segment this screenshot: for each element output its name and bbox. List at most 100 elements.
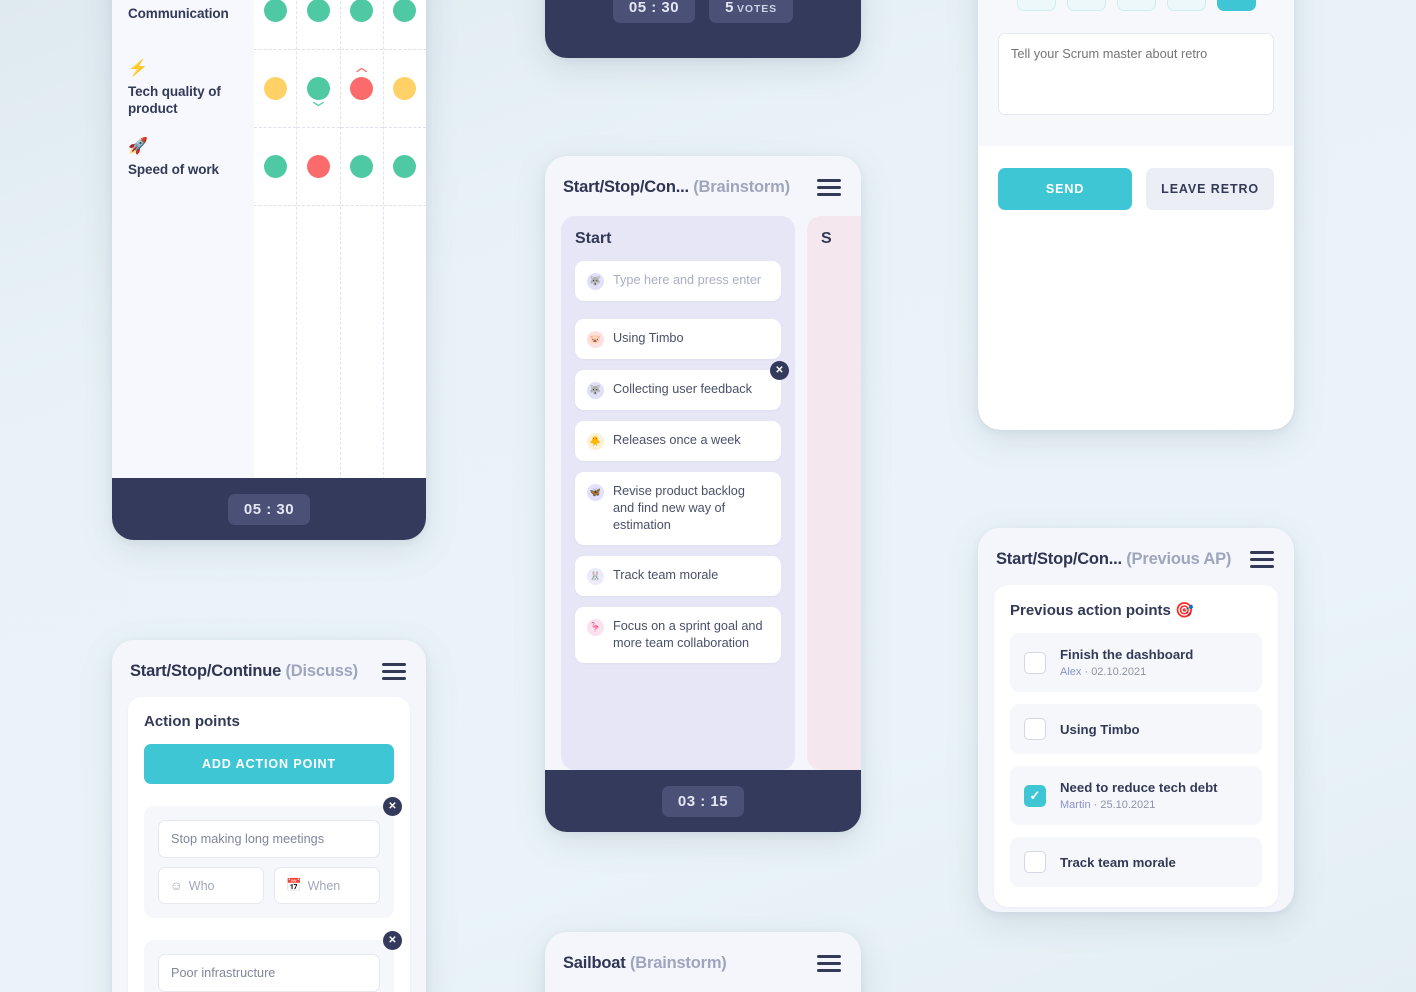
rating-button-3[interactable]: 3: [1116, 0, 1156, 11]
voting-dot-grid[interactable]: ︿︿︿﹀﹀︿: [254, 0, 426, 540]
previous-action-point[interactable]: Track team morale: [1010, 837, 1262, 887]
previous-ap-panel: Previous action points 🎯 Finish the dash…: [994, 585, 1278, 907]
voting-cell[interactable]: [254, 0, 297, 50]
action-point-body: Track team morale: [1060, 855, 1176, 870]
vote-dot-red[interactable]: [350, 77, 374, 100]
idea-card[interactable]: 🐰 Track team morale: [575, 556, 781, 596]
action-point-text-input[interactable]: Poor infrastructure: [158, 954, 380, 992]
feedback-textarea[interactable]: [998, 33, 1274, 115]
previous-action-point[interactable]: Need to reduce tech debt Martin · 25.10.2…: [1010, 766, 1262, 825]
due-date: 02.10.2021: [1091, 666, 1147, 678]
rating-button-5[interactable]: 5: [1216, 0, 1256, 11]
add-action-point-button[interactable]: ADD ACTION POINT: [144, 744, 394, 784]
voting-cell[interactable]: [383, 50, 426, 128]
remove-action-point-icon[interactable]: ✕: [383, 797, 402, 816]
idea-card[interactable]: 🦩 Focus on a sprint goal and more team co…: [575, 607, 781, 663]
hamburger-icon[interactable]: [817, 179, 841, 196]
checkbox[interactable]: [1024, 651, 1046, 674]
timer-chip[interactable]: 03 : 15: [661, 785, 745, 817]
avatar-icon: 🦋: [587, 484, 604, 501]
action-point-block: ✕Poor infrastructure☺Who📅When: [144, 931, 402, 992]
category-emoji-icon: ⚡: [128, 60, 148, 77]
vote-dot-green[interactable]: [263, 155, 287, 178]
page-title: Sailboat (Brainstorm): [563, 954, 727, 973]
vote-dot-green[interactable]: [393, 155, 417, 178]
assignee: Alex: [1060, 666, 1082, 678]
vote-dot-yellow[interactable]: [263, 77, 287, 100]
leave-retro-button[interactable]: LEAVE RETRO: [1146, 168, 1274, 210]
hamburger-icon[interactable]: [817, 955, 841, 972]
remove-action-point-icon[interactable]: ✕: [383, 931, 402, 950]
votes-chip[interactable]: 5 VOTES: [709, 0, 794, 23]
previous-action-point[interactable]: Finish the dashboard Alex · 02.10.2021: [1010, 633, 1262, 692]
action-point-text-input[interactable]: Stop making long meetings: [158, 820, 380, 858]
idea-card[interactable]: 🐷 Using Timbo: [575, 319, 781, 359]
voting-cell[interactable]: [383, 128, 426, 206]
idea-text: Collecting user feedback: [613, 382, 752, 396]
voting-cell[interactable]: [254, 128, 297, 206]
action-point-label: Need to reduce tech debt: [1060, 780, 1218, 795]
action-point-list: ✕ Stop making long meetings ☺ Who 📅 When ✕ Poor…: [144, 797, 402, 992]
voting-row-label: 💬Communication: [128, 0, 254, 50]
feedback-card: ✕ ✕ How was your retro? 🎉 Leave feedback…: [978, 0, 1294, 430]
voting-cell[interactable]: ﹀: [297, 50, 340, 128]
discuss-header: Start/Stop/Continue (Discuss): [112, 640, 426, 697]
action-point-meta: Alex · 02.10.2021: [1060, 666, 1193, 678]
who-field[interactable]: ☺ Who: [158, 867, 264, 904]
checkbox[interactable]: [1024, 718, 1046, 740]
timer-chip[interactable]: 05 : 30: [227, 493, 311, 525]
voting-cell[interactable]: [254, 50, 297, 128]
vote-dot-green[interactable]: [306, 77, 330, 100]
avatar-icon: 🐷: [587, 331, 604, 348]
vote-dot-red[interactable]: [306, 155, 330, 178]
voting-cell[interactable]: ︿: [340, 50, 383, 128]
voting-cell[interactable]: [383, 0, 426, 50]
rating-button-4[interactable]: 4: [1166, 0, 1206, 11]
action-point-body: Using Timbo: [1060, 722, 1140, 737]
vote-dot-yellow[interactable]: [393, 77, 417, 100]
voting-body: 📒Process effectiveness🎯Goals alignment a…: [112, 0, 426, 540]
vote-dot-green[interactable]: [350, 0, 374, 22]
voting-cell[interactable]: [297, 128, 340, 206]
trend-up-icon: ︿: [356, 62, 368, 74]
checkbox[interactable]: [1024, 784, 1046, 807]
modal-body: 12345: [978, 0, 1294, 146]
vote-dot-green[interactable]: [393, 0, 417, 22]
voting-cell[interactable]: [340, 0, 383, 50]
action-point-body: Need to reduce tech debt Martin · 25.10.2…: [1060, 780, 1218, 811]
previous-ap-list: Finish the dashboard Alex · 02.10.2021 Usi…: [1010, 633, 1262, 887]
voting-cell[interactable]: [340, 128, 383, 206]
new-idea-input[interactable]: 🐺 Type here and press enter: [575, 261, 781, 301]
hamburger-icon[interactable]: [1250, 551, 1274, 568]
idea-card[interactable]: 🐥 Releases once a week: [575, 421, 781, 461]
idea-card[interactable]: 🦋 Revise product backlog and find new way…: [575, 472, 781, 545]
previous-action-point[interactable]: Using Timbo: [1010, 704, 1262, 754]
vote-dot-green[interactable]: [350, 155, 374, 178]
retro-phase: (Previous AP): [1126, 550, 1232, 568]
votes-bottom-bar: 05 : 30 5 VOTES: [545, 0, 861, 58]
action-point-label: Track team morale: [1060, 854, 1176, 870]
when-field[interactable]: 📅 When: [274, 867, 380, 904]
vote-dot-green[interactable]: [306, 0, 330, 22]
rating-button-1[interactable]: 1: [1016, 0, 1056, 11]
column-title: Start: [575, 230, 612, 247]
calendar-icon: 📅: [286, 878, 302, 892]
panel-title: Previous action points 🎯: [1010, 602, 1194, 619]
remove-idea-icon[interactable]: ✕: [770, 361, 789, 380]
rating-button-2[interactable]: 2: [1066, 0, 1106, 11]
voting-row-label: 🚀 Speed of work: [128, 128, 254, 206]
hamburger-icon[interactable]: [382, 663, 406, 680]
checkbox[interactable]: [1024, 851, 1046, 873]
voting-cell[interactable]: [297, 0, 340, 50]
rating-selector[interactable]: 12345: [998, 0, 1274, 11]
vote-dot-green[interactable]: [263, 0, 287, 22]
feedback-modal: ✕ How was your retro? 🎉 Leave feedback f…: [978, 0, 1294, 430]
idea-card[interactable]: 🐺 Collecting user feedback ✕: [575, 361, 789, 410]
voting-row-label: ⚡ Tech quality of product: [128, 50, 254, 128]
avatar-icon: 🐺: [587, 382, 604, 399]
idea-text: Revise product backlog and find new way …: [613, 484, 745, 532]
category-label: Speed of work: [128, 162, 219, 177]
idea-text: Focus on a sprint goal and more team col…: [613, 619, 763, 650]
send-button[interactable]: SEND: [998, 168, 1133, 210]
timer-chip[interactable]: 05 : 30: [612, 0, 696, 23]
